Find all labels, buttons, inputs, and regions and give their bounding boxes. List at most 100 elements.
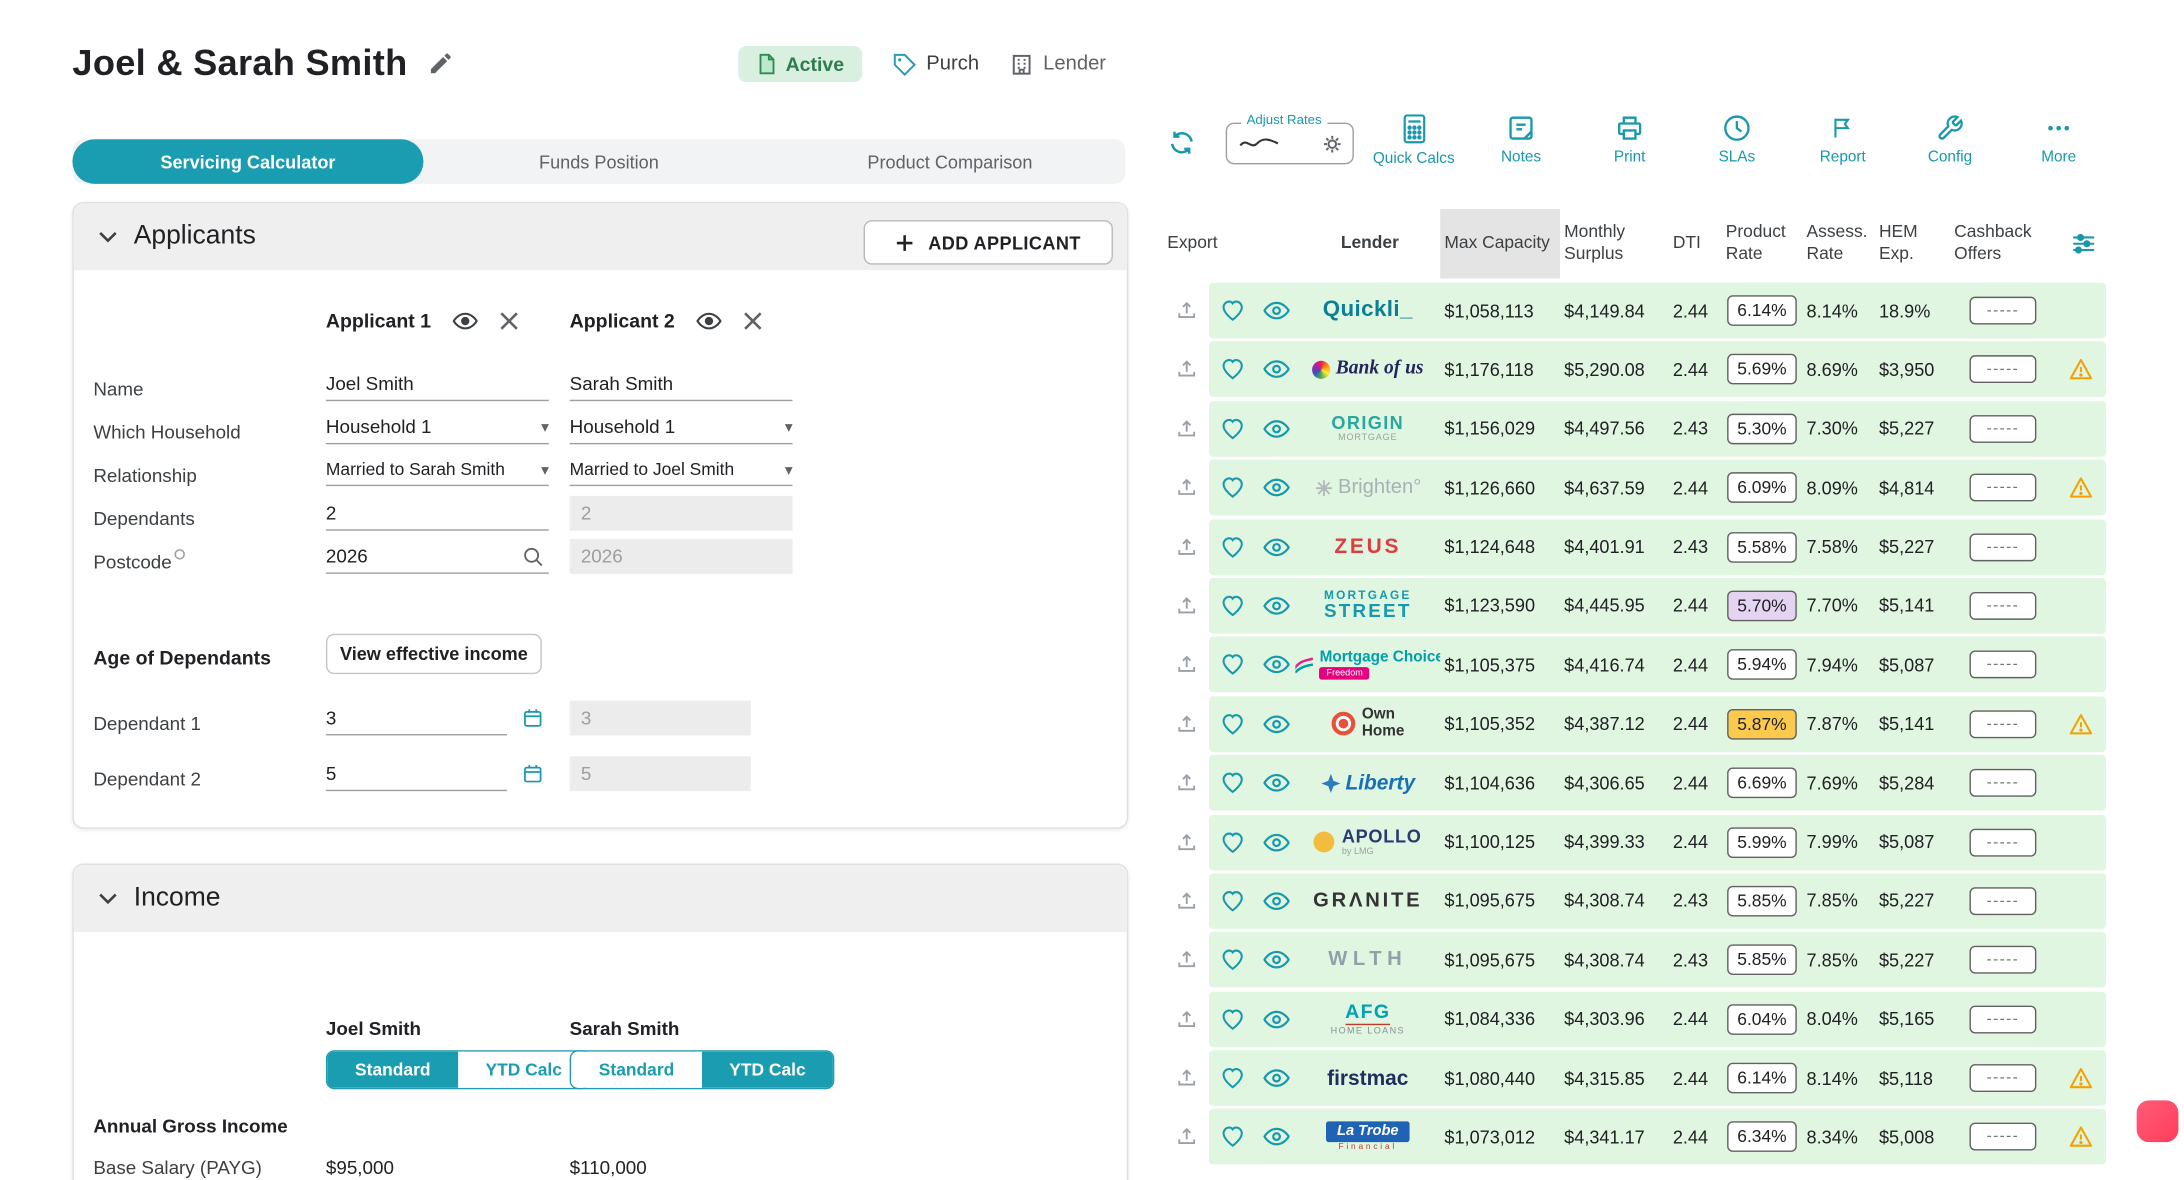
tab-servicing-calculator[interactable]: Servicing Calculator xyxy=(72,139,423,184)
export-row-icon[interactable] xyxy=(1164,1008,1209,1030)
export-row-icon[interactable] xyxy=(1164,772,1209,794)
gear-icon[interactable] xyxy=(1323,134,1341,152)
visibility-eye-icon[interactable] xyxy=(1256,1127,1295,1147)
cashback-value[interactable]: ----- xyxy=(1970,356,2036,384)
lender-row[interactable]: La TrobeFinancial$1,073,012$4,341.172.44… xyxy=(1164,1109,2106,1165)
export-row-icon[interactable] xyxy=(1164,1126,1209,1148)
export-row-icon[interactable] xyxy=(1164,359,1209,381)
purch-badge[interactable]: Purch xyxy=(893,52,979,76)
export-row-icon[interactable] xyxy=(1164,949,1209,971)
export-row-icon[interactable] xyxy=(1164,713,1209,735)
ytd-calc-toggle[interactable]: YTD Calc xyxy=(702,1052,833,1088)
warning-icon[interactable] xyxy=(2068,477,2093,499)
filter-columns-icon[interactable] xyxy=(2056,233,2106,255)
product-rate-value[interactable]: 5.87% xyxy=(1728,709,1797,740)
lender-row[interactable]: Bank of us$1,176,118$5,290.082.445.69%8.… xyxy=(1164,342,2106,398)
col-header-assess-rate[interactable]: Assess. Rate xyxy=(1802,222,1874,266)
applicant1-dependant2-age-input[interactable] xyxy=(326,760,507,791)
edit-pencil-icon[interactable] xyxy=(427,50,453,76)
applicant1-relationship-select[interactable]: Married to Sarah Smith▾ xyxy=(326,457,549,486)
favorite-heart-icon[interactable] xyxy=(1209,299,1256,321)
info-icon[interactable] xyxy=(175,549,186,560)
visibility-eye-icon[interactable] xyxy=(1256,773,1295,793)
export-row-icon[interactable] xyxy=(1164,654,1209,676)
favorite-heart-icon[interactable] xyxy=(1209,536,1256,558)
product-rate-value[interactable]: 6.14% xyxy=(1728,295,1797,326)
cashback-value[interactable]: ----- xyxy=(1970,1005,2036,1033)
col-header-dti[interactable]: DTI xyxy=(1669,233,1722,255)
warning-icon[interactable] xyxy=(2068,1067,2093,1089)
lender-row[interactable]: ORIGINMORTGAGE$1,156,029$4,497.562.435.3… xyxy=(1164,401,2106,457)
product-rate-value[interactable]: 5.85% xyxy=(1728,945,1797,976)
favorite-heart-icon[interactable] xyxy=(1209,1067,1256,1089)
visibility-eye-icon[interactable] xyxy=(1256,478,1295,498)
cashback-value[interactable]: ----- xyxy=(1970,828,2036,856)
toolbar-print-button[interactable]: Print xyxy=(1585,114,1674,166)
favorite-heart-icon[interactable] xyxy=(1209,831,1256,853)
lender-row[interactable]: AFGHOME LOANS$1,084,336$4,303.962.446.04… xyxy=(1164,991,2106,1047)
applicant1-dependant1-age-input[interactable] xyxy=(326,705,507,736)
cashback-value[interactable]: ----- xyxy=(1970,474,2036,502)
product-rate-value[interactable]: 5.30% xyxy=(1728,413,1797,444)
lender-row[interactable]: Brighten°$1,126,660$4,637.592.446.09%8.0… xyxy=(1164,460,2106,516)
tab-funds-position[interactable]: Funds Position xyxy=(423,139,774,184)
favorite-heart-icon[interactable] xyxy=(1209,477,1256,499)
favorite-heart-icon[interactable] xyxy=(1209,654,1256,676)
product-rate-value[interactable]: 6.09% xyxy=(1728,472,1797,503)
export-row-icon[interactable] xyxy=(1164,418,1209,440)
cashback-value[interactable]: ----- xyxy=(1970,415,2036,443)
lender-row[interactable]: WLTH$1,095,675$4,308.742.435.85%7.85%$5,… xyxy=(1164,932,2106,988)
export-row-icon[interactable] xyxy=(1164,831,1209,853)
favorite-heart-icon[interactable] xyxy=(1209,772,1256,794)
col-header-hem-exp-[interactable]: HEM Exp. xyxy=(1875,222,1950,266)
applicant2-visibility-eye-icon[interactable] xyxy=(697,311,722,329)
product-rate-value[interactable]: 6.14% xyxy=(1728,1063,1797,1094)
visibility-eye-icon[interactable] xyxy=(1256,891,1295,911)
visibility-eye-icon[interactable] xyxy=(1256,537,1295,557)
favorite-heart-icon[interactable] xyxy=(1209,359,1256,381)
favorite-heart-icon[interactable] xyxy=(1209,713,1256,735)
toolbar-config-button[interactable]: Config xyxy=(1905,114,1994,166)
col-header-export[interactable]: Export xyxy=(1164,233,1209,255)
visibility-eye-icon[interactable] xyxy=(1256,714,1295,734)
calendar-icon[interactable] xyxy=(522,708,543,736)
col-header-lender[interactable]: Lender xyxy=(1295,233,1440,255)
product-rate-value[interactable]: 6.04% xyxy=(1728,1004,1797,1035)
cashback-value[interactable]: ----- xyxy=(1970,710,2036,738)
applicant2-household-select[interactable]: Household 1▾ xyxy=(570,414,793,445)
toolbar-report-button[interactable]: Report xyxy=(1798,114,1887,166)
applicant1-visibility-eye-icon[interactable] xyxy=(453,311,478,329)
cashback-value[interactable]: ----- xyxy=(1970,297,2036,325)
lender-row[interactable]: ZEUS$1,124,648$4,401.912.435.58%7.58%$5,… xyxy=(1164,519,2106,575)
toolbar-quick-calcs-button[interactable]: Quick Calcs xyxy=(1369,114,1458,167)
visibility-eye-icon[interactable] xyxy=(1256,419,1295,439)
col-header-cashback-offers[interactable]: Cashback Offers xyxy=(1950,222,2056,266)
applicant1-base-salary-value[interactable]: $95,000 xyxy=(326,1157,394,1178)
cashback-value[interactable]: ----- xyxy=(1970,533,2036,561)
applicant1-name-input[interactable] xyxy=(326,370,549,401)
export-row-icon[interactable] xyxy=(1164,890,1209,912)
product-rate-value[interactable]: 5.58% xyxy=(1728,531,1797,562)
favorite-heart-icon[interactable] xyxy=(1209,949,1256,971)
warning-icon[interactable] xyxy=(2068,713,2093,735)
cashback-value[interactable]: ----- xyxy=(1970,651,2036,679)
warning-icon[interactable] xyxy=(2068,1126,2093,1148)
product-rate-value[interactable]: 5.69% xyxy=(1728,354,1797,385)
active-status-badge[interactable]: Active xyxy=(738,46,862,82)
cashback-value[interactable]: ----- xyxy=(1970,592,2036,620)
add-applicant-button[interactable]: ADD APPLICANT xyxy=(864,220,1113,265)
lender-badge[interactable]: Lender xyxy=(1010,52,1106,76)
warning-icon[interactable] xyxy=(2068,359,2093,381)
calendar-icon[interactable] xyxy=(522,763,543,791)
cashback-value[interactable]: ----- xyxy=(1970,887,2036,915)
view-effective-income-button[interactable]: View effective income xyxy=(326,634,542,674)
refresh-sync-icon[interactable] xyxy=(1167,128,1196,164)
lender-row[interactable]: APOLLOby LMG$1,100,125$4,399.332.445.99%… xyxy=(1164,814,2106,870)
lender-row[interactable]: OwnHome$1,105,352$4,387.122.445.87%7.87%… xyxy=(1164,696,2106,752)
postcode-search-icon[interactable] xyxy=(522,546,544,575)
applicant2-base-salary-value[interactable]: $110,000 xyxy=(570,1157,647,1178)
col-header-monthly-surplus[interactable]: Monthly Surplus xyxy=(1560,222,1669,266)
collapse-chevron-icon[interactable] xyxy=(99,892,117,905)
tab-product-comparison[interactable]: Product Comparison xyxy=(774,139,1125,184)
favorite-heart-icon[interactable] xyxy=(1209,1126,1256,1148)
